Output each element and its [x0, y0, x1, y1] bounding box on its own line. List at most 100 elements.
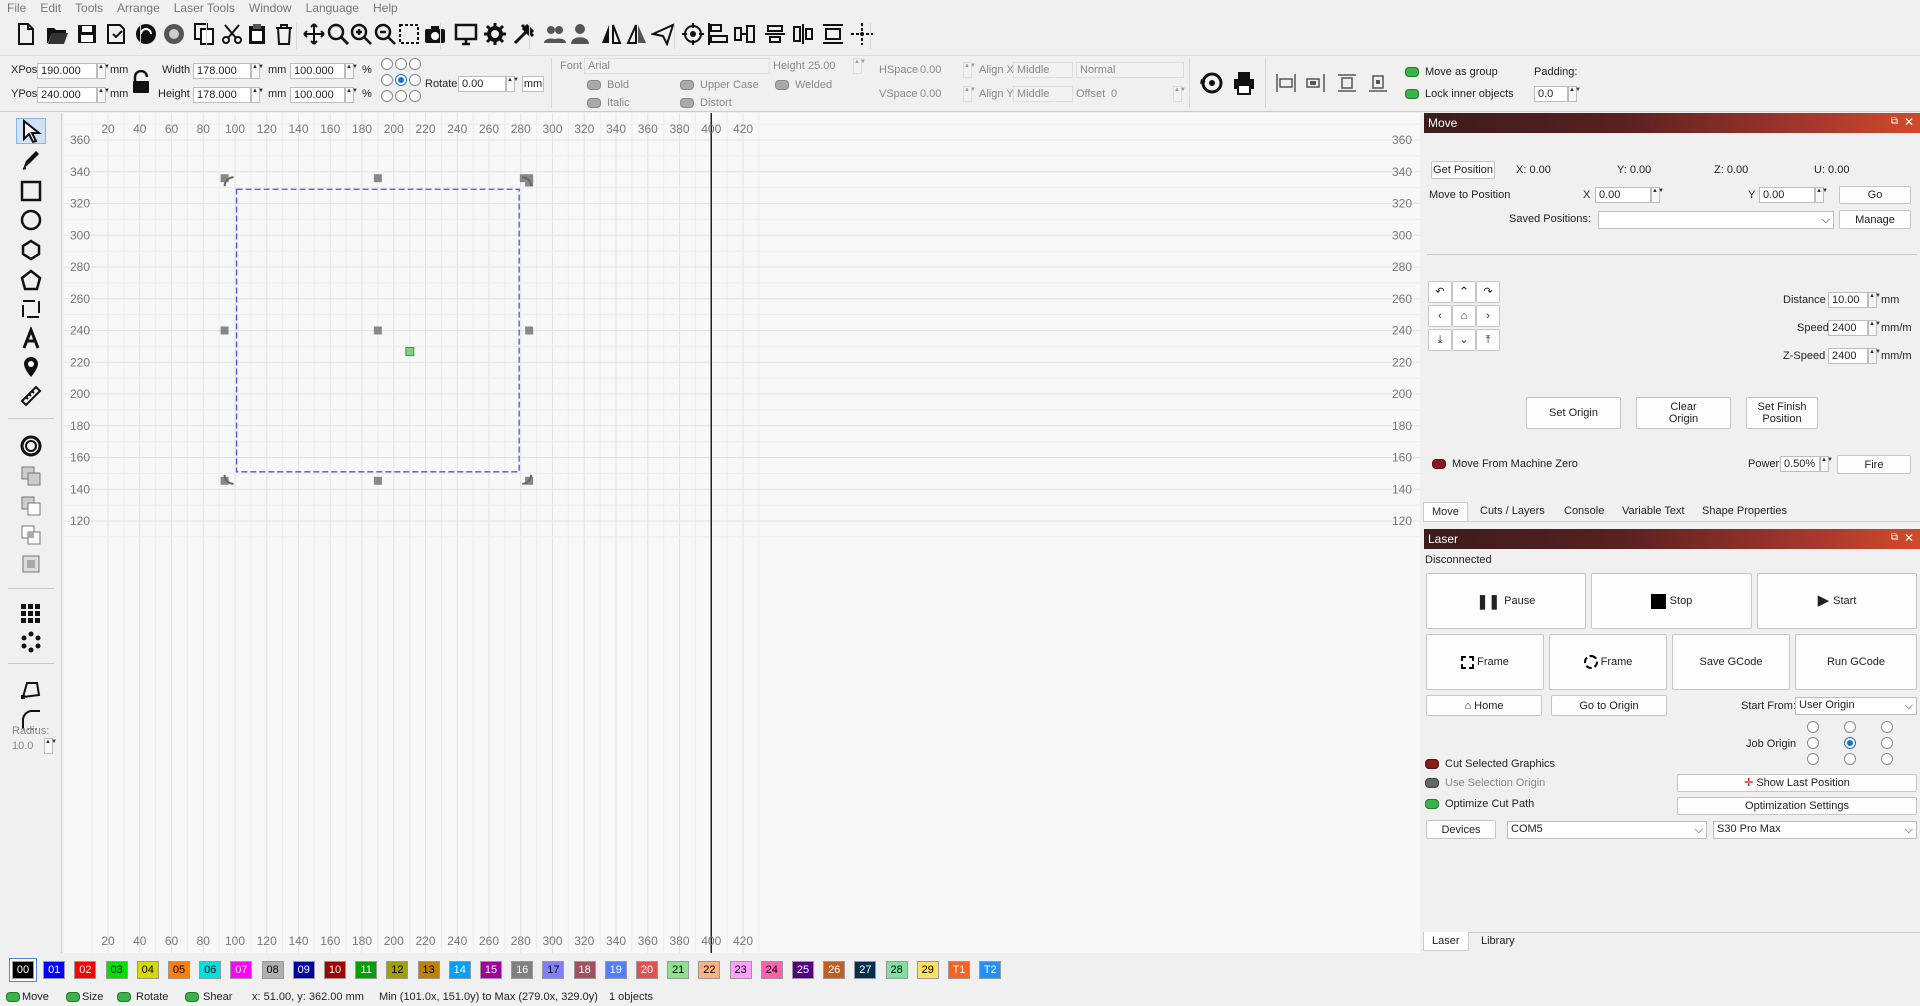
hspace-spin[interactable]: ▲▼ — [963, 62, 976, 78]
distance-input[interactable]: 10.00 — [1828, 292, 1868, 308]
rotate-mode-toggle[interactable] — [117, 992, 131, 1002]
hspace-value[interactable]: 0.00 — [920, 64, 941, 76]
layer-swatch-27[interactable]: 27 — [854, 961, 877, 979]
jog-rotate-ccw-button[interactable]: ↶ — [1428, 281, 1452, 303]
crosshair-icon[interactable] — [849, 21, 875, 47]
layer-swatch-17[interactable]: 17 — [542, 961, 565, 979]
italic-toggle[interactable] — [587, 98, 601, 108]
export-icon[interactable] — [161, 21, 187, 47]
boolean-intersect-icon[interactable] — [16, 522, 46, 548]
align-left-icon[interactable] — [1275, 72, 1297, 94]
jog-home-button[interactable]: ⌂ — [1452, 305, 1476, 327]
edit-nodes-icon[interactable] — [16, 678, 46, 704]
size-mode-toggle[interactable] — [66, 992, 80, 1002]
layer-swatch-25[interactable]: 25 — [792, 961, 814, 979]
close-icon[interactable]: ✕ — [1904, 531, 1914, 545]
layer-swatch-12[interactable]: 12 — [386, 961, 409, 979]
paste-icon[interactable] — [244, 21, 270, 47]
layer-swatch-10[interactable]: 10 — [324, 961, 346, 979]
tab-library[interactable]: Library — [1473, 932, 1523, 950]
lock-inner-toggle[interactable] — [1405, 89, 1419, 99]
rotate-input[interactable]: 0.00 — [458, 76, 506, 92]
marker-icon[interactable] — [16, 354, 46, 380]
user-icon[interactable] — [567, 21, 593, 47]
layer-swatch-23[interactable]: 23 — [729, 961, 752, 979]
distort-toggle[interactable] — [680, 98, 694, 108]
lock-icon[interactable] — [131, 69, 151, 94]
stop-button[interactable]: Stop — [1591, 573, 1752, 629]
offset-icon[interactable] — [16, 433, 46, 459]
devices-button[interactable]: Devices — [1426, 820, 1496, 839]
layer-swatch-00[interactable]: 00 — [10, 959, 36, 981]
layer-swatch-28[interactable]: 28 — [885, 961, 908, 979]
save-gcode-button[interactable]: Save GCode — [1672, 634, 1790, 690]
delete-icon[interactable] — [271, 21, 297, 47]
float-icon[interactable]: ⧉ — [1891, 532, 1898, 543]
tab-cuts-layers[interactable]: Cuts / Layers — [1472, 502, 1553, 520]
circular-array-icon[interactable] — [16, 629, 46, 655]
port-select[interactable]: COM5 ⌵ — [1507, 821, 1707, 839]
layer-swatch-08[interactable]: 08 — [261, 961, 284, 979]
align-right-icon[interactable] — [1304, 72, 1326, 94]
open-icon[interactable] — [44, 21, 70, 47]
set-finish-position-button[interactable]: Set Finish Position — [1746, 397, 1818, 429]
copy-icon[interactable] — [191, 21, 217, 47]
layer-swatch-29[interactable]: 29 — [916, 961, 939, 979]
jog-z-down-button[interactable]: ⤓ — [1428, 329, 1452, 351]
move-as-group-toggle[interactable] — [1405, 67, 1419, 77]
layer-swatch-02[interactable]: 02 — [74, 961, 97, 979]
height-input[interactable]: 178.000 — [193, 87, 251, 103]
offset-value[interactable]: 0 — [1111, 88, 1117, 100]
jog-right-button[interactable]: › — [1476, 305, 1500, 327]
zoom-out-icon[interactable] — [372, 21, 398, 47]
cut-selected-toggle[interactable] — [1425, 759, 1439, 769]
menu-window[interactable]: Window — [242, 0, 299, 16]
save-icon[interactable] — [74, 21, 100, 47]
speed-input[interactable]: 2400 — [1828, 320, 1868, 336]
padding-spin[interactable]: ▲▼ — [1568, 86, 1581, 102]
tab-shape-properties[interactable]: Shape Properties — [1694, 502, 1795, 520]
layer-swatch-T1[interactable]: T1 — [948, 961, 970, 979]
use-selection-origin-toggle[interactable] — [1425, 778, 1439, 788]
pen-icon[interactable] — [16, 148, 46, 174]
start-from-select[interactable]: User Origin ⌵ — [1795, 697, 1917, 715]
clear-origin-button[interactable]: Clear Origin — [1636, 397, 1731, 429]
move-mode-toggle[interactable] — [6, 992, 20, 1002]
mirror-v-icon[interactable] — [624, 21, 650, 47]
go-button[interactable]: Go — [1839, 186, 1911, 204]
move-y-input[interactable]: 0.00 — [1759, 187, 1815, 203]
ypos-spin[interactable]: ▲▼ — [97, 87, 110, 103]
camera-icon[interactable] — [422, 21, 448, 47]
vspace-spin[interactable]: ▲▼ — [963, 86, 976, 102]
layer-swatch-06[interactable]: 06 — [199, 961, 222, 979]
zoom-in-icon[interactable] — [348, 21, 374, 47]
job-origin-selector[interactable] — [1807, 721, 1893, 765]
align-x-select[interactable]: Middle — [1013, 62, 1073, 78]
layer-swatch-04[interactable]: 04 — [136, 961, 159, 979]
origin-selector[interactable] — [381, 58, 423, 106]
layer-swatch-T2[interactable]: T2 — [979, 961, 1002, 979]
align-y-select[interactable]: Middle — [1013, 86, 1073, 102]
menu-arrange[interactable]: Arrange — [110, 0, 167, 16]
jog-rotate-cw-button[interactable]: ↷ — [1476, 281, 1500, 303]
padding-input[interactable]: 0.0 — [1534, 86, 1568, 102]
device-select[interactable]: S30 Pro Max ⌵ — [1713, 821, 1917, 839]
fire-button[interactable]: Fire — [1837, 455, 1911, 474]
settings-icon[interactable] — [482, 21, 508, 47]
mirror-h-icon[interactable] — [598, 21, 624, 47]
optimize-cut-path-toggle[interactable] — [1425, 799, 1439, 809]
width-percent-spin[interactable]: ▲▼ — [345, 63, 358, 79]
z-speed-input[interactable]: 2400 — [1828, 348, 1868, 364]
menu-edit[interactable]: Edit — [33, 0, 68, 16]
ellipse-icon[interactable] — [16, 207, 46, 233]
layer-swatch-21[interactable]: 21 — [667, 961, 690, 979]
font-height-spin[interactable]: ▲▼ — [853, 58, 866, 74]
manage-button[interactable]: Manage — [1839, 210, 1911, 229]
align-top-icon[interactable] — [1336, 72, 1358, 94]
align-center-icon[interactable] — [762, 21, 788, 47]
menu-tools[interactable]: Tools — [68, 0, 110, 16]
cut-icon[interactable] — [219, 21, 245, 47]
distribute-v-icon[interactable] — [790, 21, 816, 47]
upper-case-toggle[interactable] — [680, 80, 694, 90]
import-icon[interactable] — [133, 21, 159, 47]
